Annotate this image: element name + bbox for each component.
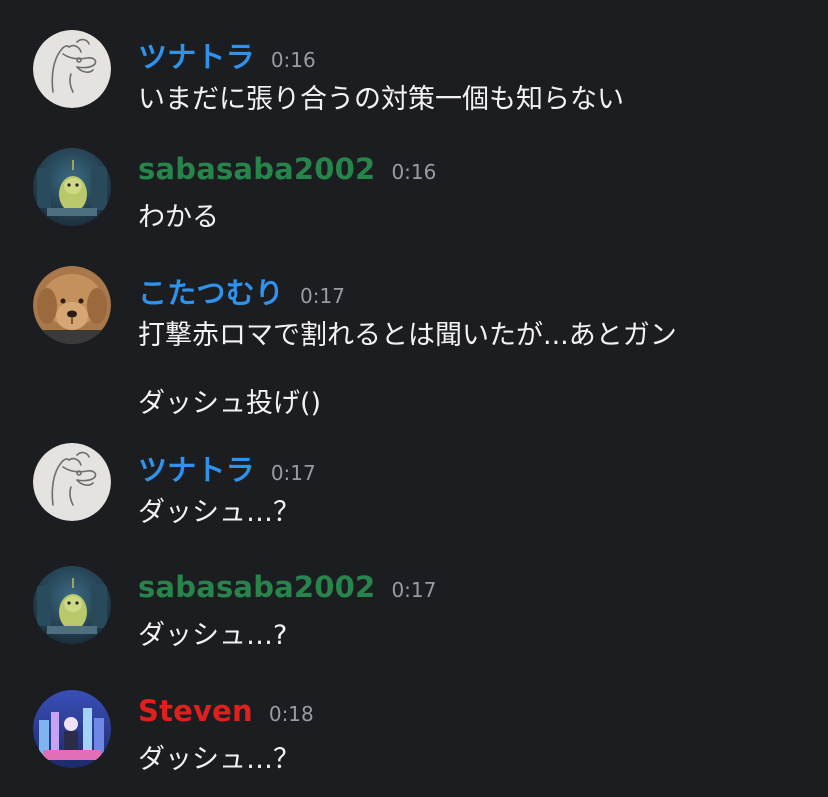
message-header: ツナトラ 0:17 [138,447,316,487]
message-content: いまだに張り合うの対策一個も知らない [138,70,798,130]
message-header: sabasaba2002 0:17 [138,570,436,606]
message-text: わかる [138,202,219,233]
message-text: ダッシュ…？ [138,497,300,528]
message-header: sabasaba2002 0:16 [138,152,436,188]
message-content: 打撃赤ロマで割れるとは聞いたが...あとガン ダッシュ投げ() [138,306,798,434]
message-content: ダッシュ…？ [138,483,798,543]
avatar[interactable] [33,30,111,108]
character-avatar-icon [33,566,111,644]
message-header: Steven 0:18 [138,694,314,730]
message-text: ダッシュ…? [138,620,288,651]
message-text: ダッシュ投げ() [138,388,322,419]
username[interactable]: Steven [138,694,253,728]
message-text: いまだに張り合うの対策一個も知らない [138,84,624,115]
avatar[interactable] [33,148,111,226]
avatar[interactable] [33,266,111,344]
username[interactable]: sabasaba2002 [138,152,375,186]
timestamp: 0:18 [268,702,314,726]
message-header: ツナトラ 0:16 [138,34,316,74]
message-content: ダッシュ…？ [138,730,798,790]
avatar[interactable] [33,443,111,521]
avatar[interactable] [33,566,111,644]
timestamp: 0:17 [391,578,437,602]
username[interactable]: sabasaba2002 [138,570,375,604]
avatar[interactable] [33,690,111,768]
timestamp: 0:16 [391,160,437,184]
message-content: わかる [138,188,798,248]
character-avatar-icon [33,148,111,226]
doodle-avatar-icon [33,443,111,521]
message-text: ダッシュ…？ [138,744,300,775]
dog-avatar-icon [33,266,111,344]
message-header: こたつむり 0:17 [138,270,345,310]
timestamp: 0:17 [300,284,345,308]
message-content: ダッシュ…? [138,606,798,666]
timestamp: 0:16 [270,48,316,72]
message-text: 打撃赤ロマで割れるとは聞いたが...あとガン [138,320,677,351]
doodle-avatar-icon [33,30,111,108]
timestamp: 0:17 [270,461,316,485]
city-art-avatar-icon [33,690,111,768]
